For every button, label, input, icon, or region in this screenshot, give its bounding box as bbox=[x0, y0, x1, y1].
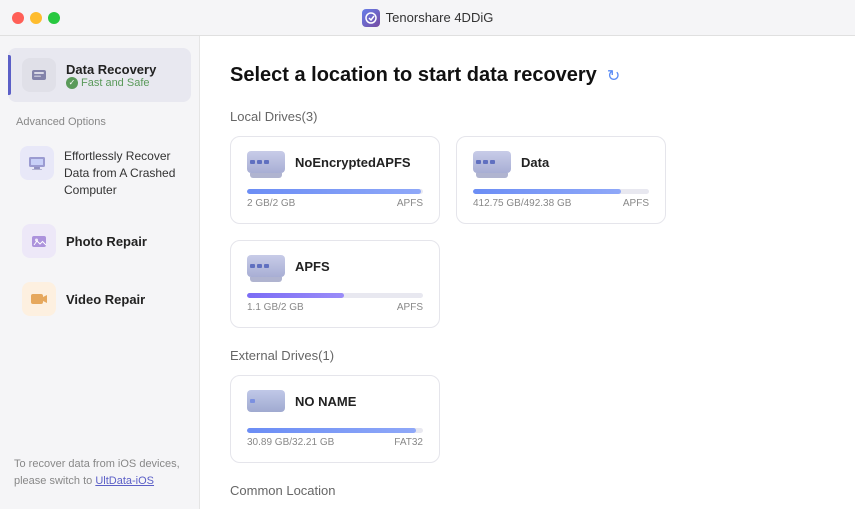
local-drives-grid: NoEncryptedAPFS 2 GB/2 GB APFS bbox=[230, 136, 825, 328]
progress-bar-fill-2 bbox=[247, 293, 344, 298]
drive-used-2: 1.1 GB/2 GB bbox=[247, 302, 304, 313]
drive-fs-1: APFS bbox=[623, 198, 649, 209]
minimize-button[interactable] bbox=[30, 12, 42, 24]
ext-drive-used-0: 30.89 GB/32.21 GB bbox=[247, 437, 334, 448]
drive-led-3 bbox=[476, 160, 481, 164]
drive-led-0 bbox=[250, 160, 255, 164]
drive-led-8 bbox=[264, 264, 269, 268]
progress-bar-wrap-0 bbox=[247, 189, 423, 194]
drive-led-1 bbox=[257, 160, 262, 164]
drive-name-1: Data bbox=[521, 155, 649, 170]
video-repair-icon bbox=[22, 282, 56, 316]
drive-info-0: NoEncryptedAPFS bbox=[295, 155, 423, 176]
drive-name-0: NoEncryptedAPFS bbox=[295, 155, 423, 170]
drive-led-5 bbox=[490, 160, 495, 164]
drive-used-1: 412.75 GB/492.38 GB bbox=[473, 198, 571, 209]
drive-meta-1: 412.75 GB/492.38 GB APFS bbox=[473, 198, 649, 209]
drive-body-2 bbox=[247, 255, 285, 277]
drive-led-2 bbox=[264, 160, 269, 164]
advanced-options-label: Advanced Options bbox=[0, 104, 199, 132]
drive-icon-0 bbox=[247, 151, 285, 179]
external-drives-label: External Drives(1) bbox=[230, 348, 825, 363]
crashed-computer-icon bbox=[20, 146, 54, 180]
ext-drive-meta-0: 30.89 GB/32.21 GB FAT32 bbox=[247, 437, 423, 448]
drive-info-1: Data bbox=[521, 155, 649, 176]
crashed-computer-label: Effortlessly Recover Data from A Crashed… bbox=[64, 146, 179, 198]
drive-used-0: 2 GB/2 GB bbox=[247, 198, 295, 209]
drive-card-inner-1: Data bbox=[473, 151, 649, 179]
drive-fs-0: APFS bbox=[397, 198, 423, 209]
maximize-button[interactable] bbox=[48, 12, 60, 24]
sidebar-bottom-text: To recover data from iOS devices, please… bbox=[0, 446, 199, 499]
progress-bar-wrap-2 bbox=[247, 293, 423, 298]
drive-card-1[interactable]: Data 412.75 GB/492.38 GB APFS bbox=[456, 136, 666, 224]
sidebar-item-data-recovery[interactable]: Data Recovery ✓ Fast and Safe bbox=[8, 48, 191, 102]
drive-icon-2 bbox=[247, 255, 285, 283]
data-recovery-label: Data Recovery bbox=[66, 62, 156, 77]
sidebar-item-crashed-computer[interactable]: Effortlessly Recover Data from A Crashed… bbox=[8, 136, 191, 208]
drive-info-2: APFS bbox=[295, 259, 423, 280]
ultdata-link[interactable]: UltData-iOS bbox=[95, 475, 154, 487]
common-location-label: Common Location bbox=[230, 483, 825, 498]
ext-progress-bar-wrap-0 bbox=[247, 428, 423, 433]
drive-led-row-0 bbox=[250, 160, 269, 164]
external-drive-card-0[interactable]: NO NAME 30.89 GB/32.21 GB FAT32 bbox=[230, 375, 440, 463]
progress-bar-wrap-1 bbox=[473, 189, 649, 194]
drive-body-0 bbox=[247, 151, 285, 173]
video-repair-label: Video Repair bbox=[66, 292, 145, 307]
drive-name-2: APFS bbox=[295, 259, 423, 274]
drive-meta-2: 1.1 GB/2 GB APFS bbox=[247, 302, 423, 313]
drive-led-row-2 bbox=[250, 264, 269, 268]
main-content: Select a location to start data recovery… bbox=[200, 36, 855, 509]
ext-drive-info-0: NO NAME bbox=[295, 394, 423, 415]
window-controls bbox=[12, 12, 60, 24]
refresh-icon[interactable]: ↻ bbox=[607, 66, 620, 86]
progress-bar-fill-0 bbox=[247, 189, 421, 194]
drive-card-2[interactable]: APFS 1.1 GB/2 GB APFS bbox=[230, 240, 440, 328]
photo-repair-label: Photo Repair bbox=[66, 234, 147, 249]
drive-led-6 bbox=[250, 264, 255, 268]
external-drives-grid: NO NAME 30.89 GB/32.21 GB FAT32 bbox=[230, 375, 825, 463]
close-button[interactable] bbox=[12, 12, 24, 24]
drive-card-inner-2: APFS bbox=[247, 255, 423, 283]
app-body: Data Recovery ✓ Fast and Safe Advanced O… bbox=[0, 36, 855, 509]
drive-fs-2: APFS bbox=[397, 302, 423, 313]
drive-led-4 bbox=[483, 160, 488, 164]
ext-drive-icon-0 bbox=[247, 390, 285, 418]
progress-bar-fill-1 bbox=[473, 189, 621, 194]
drive-card-0[interactable]: NoEncryptedAPFS 2 GB/2 GB APFS bbox=[230, 136, 440, 224]
data-recovery-sub: ✓ Fast and Safe bbox=[66, 77, 156, 89]
check-icon: ✓ bbox=[66, 77, 78, 89]
photo-repair-icon bbox=[22, 224, 56, 258]
sidebar: Data Recovery ✓ Fast and Safe Advanced O… bbox=[0, 36, 200, 509]
data-recovery-icon bbox=[22, 58, 56, 92]
drive-led-7 bbox=[257, 264, 262, 268]
app-logo-icon bbox=[362, 9, 380, 27]
ext-progress-bar-fill-0 bbox=[247, 428, 416, 433]
ext-drive-fs-0: FAT32 bbox=[394, 437, 423, 448]
page-title: Select a location to start data recovery bbox=[230, 64, 597, 87]
app-title: Tenorshare 4DDiG bbox=[362, 9, 494, 27]
page-header: Select a location to start data recovery… bbox=[230, 64, 825, 87]
data-recovery-text: Data Recovery ✓ Fast and Safe bbox=[66, 62, 156, 89]
drive-meta-0: 2 GB/2 GB APFS bbox=[247, 198, 423, 209]
drive-icon-1 bbox=[473, 151, 511, 179]
drive-led-row-1 bbox=[476, 160, 495, 164]
app-name-label: Tenorshare 4DDiG bbox=[386, 10, 494, 25]
sidebar-item-photo-repair[interactable]: Photo Repair bbox=[8, 214, 191, 268]
local-drives-label: Local Drives(3) bbox=[230, 109, 825, 124]
sidebar-item-video-repair[interactable]: Video Repair bbox=[8, 272, 191, 326]
ext-drive-card-inner-0: NO NAME bbox=[247, 390, 423, 418]
drive-card-inner-0: NoEncryptedAPFS bbox=[247, 151, 423, 179]
ext-drive-name-0: NO NAME bbox=[295, 394, 423, 409]
titlebar: Tenorshare 4DDiG bbox=[0, 0, 855, 36]
drive-body-1 bbox=[473, 151, 511, 173]
